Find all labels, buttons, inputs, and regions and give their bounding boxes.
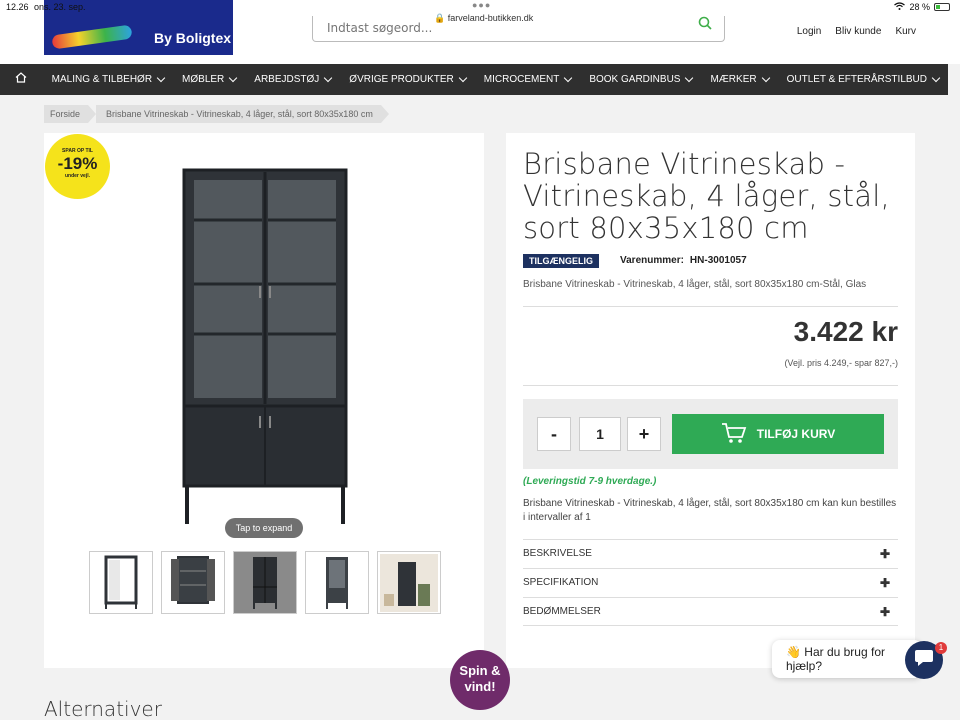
chevron-down-icon — [229, 73, 238, 83]
plus-icon: ✚ — [879, 576, 890, 590]
chat-prompt-bubble[interactable]: 👋 Har du brug for hjælp? — [772, 640, 922, 678]
thumbnail-2[interactable] — [161, 551, 225, 614]
quantity-increase-button[interactable]: + — [627, 417, 661, 451]
product-price: 3.422 kr — [793, 316, 898, 347]
home-icon[interactable] — [0, 72, 43, 87]
battery-icon — [934, 3, 950, 11]
availability-badge: TILGÆNGELIG — [523, 254, 599, 268]
search-icon[interactable] — [698, 16, 712, 34]
discount-value: -19% — [57, 154, 98, 173]
status-time: 12.26 — [6, 2, 29, 12]
chevron-down-icon — [931, 73, 941, 83]
logo-wave-graphic — [51, 24, 133, 50]
login-link[interactable]: Login — [797, 26, 821, 37]
url-text: farveland-butikken.dk — [447, 13, 534, 23]
thumbnail-3[interactable] — [233, 551, 297, 614]
account-links: Login Bliv kunde Kurv — [797, 26, 916, 37]
chevron-down-icon — [564, 73, 573, 83]
cart-icon — [721, 422, 747, 447]
thumbnail-strip — [89, 551, 441, 614]
accordion-reviews[interactable]: BEDØMMELSER ✚ — [523, 597, 898, 626]
nav-item-maling[interactable]: MALING & TILBEHØR — [43, 73, 173, 85]
status-date: ons. 23. sep. — [34, 2, 86, 12]
recommended-price: (Vejl. pris 4.249,- spar 827,-) — [784, 358, 898, 368]
tap-to-expand-button[interactable]: Tap to expand — [225, 518, 303, 538]
add-to-cart-label: TILFØJ KURV — [756, 427, 836, 441]
alternatives-heading: Alternativer — [44, 697, 162, 720]
chevron-down-icon — [761, 73, 770, 83]
battery-percent: 28 % — [909, 2, 930, 12]
status-right: 28 % — [894, 2, 950, 12]
thumbnail-5[interactable] — [377, 551, 441, 614]
product-subdescription: Brisbane Vitrineskab - Vitrineskab, 4 lå… — [523, 279, 867, 290]
product-title: Brisbane Vitrineskab - Vitrineskab, 4 lå… — [523, 147, 890, 245]
main-nav: MALING & TILBEHØR MØBLER ARBEJDSTØJ ØVRI… — [0, 64, 948, 95]
nav-item-arbejdstoj[interactable]: ARBEJDSTØJ — [245, 73, 340, 85]
chat-notification-count: 1 — [935, 642, 947, 654]
sku-value: HN-3001057 — [689, 255, 747, 266]
order-interval-note: Brisbane Vitrineskab - Vitrineskab, 4 lå… — [523, 498, 897, 523]
wifi-icon — [894, 2, 906, 12]
thumbnail-1[interactable] — [89, 551, 153, 614]
nav-item-outlet[interactable]: OUTLET & EFTERÅRSTILBUD — [778, 73, 948, 85]
chat-icon — [914, 649, 934, 671]
nav-item-maerker[interactable]: MÆRKER — [701, 73, 777, 85]
nav-item-gardinbus[interactable]: BOOK GARDINBUS — [580, 73, 701, 85]
thumbnail-4[interactable] — [305, 551, 369, 614]
lock-icon: 🔒 — [434, 13, 446, 23]
divider — [523, 385, 898, 386]
chevron-down-icon — [324, 73, 333, 83]
nav-item-mobler[interactable]: MØBLER — [173, 73, 245, 85]
breadcrumb: Forside Brisbane Vitrineskab - Vitrinesk… — [44, 105, 389, 123]
status-bar: 12.26 ons. 23. sep. ●●● 28 % — [0, 0, 960, 14]
product-main-image[interactable] — [180, 168, 350, 532]
breadcrumb-home[interactable]: Forside — [44, 105, 97, 123]
quantity-input[interactable]: 1 — [579, 417, 621, 451]
chevron-down-icon — [458, 73, 468, 83]
delivery-time: (Leveringstid 7-9 hverdage.) — [523, 476, 657, 487]
logo-text: By Boligtex — [154, 30, 232, 46]
nav-item-microcement[interactable]: MICROCEMENT — [475, 73, 581, 85]
discount-badge: SPAR OP TIL -19% under vejl. — [45, 134, 110, 199]
add-to-cart-button[interactable]: TILFØJ KURV — [672, 414, 884, 454]
divider — [523, 306, 898, 307]
chevron-down-icon — [685, 73, 694, 83]
breadcrumb-current: Brisbane Vitrineskab - Vitrineskab, 4 lå… — [96, 105, 389, 123]
accordion-description[interactable]: BESKRIVELSE ✚ — [523, 539, 898, 568]
sku-info: Varenummer: HN-3001057 — [620, 255, 747, 266]
plus-icon: ✚ — [879, 547, 890, 561]
plus-icon: ✚ — [879, 605, 890, 619]
cart-link[interactable]: Kurv — [895, 26, 916, 37]
url-bar[interactable]: 🔒 farveland-butikken.dk — [434, 13, 533, 24]
chevron-down-icon — [156, 73, 166, 83]
nav-item-ovrige[interactable]: ØVRIGE PRODUKTER — [340, 73, 474, 85]
register-link[interactable]: Bliv kunde — [835, 26, 881, 37]
quantity-decrease-button[interactable]: - — [537, 417, 571, 451]
sku-label: Varenummer: — [620, 255, 684, 266]
accordion-specification[interactable]: SPECIFIKATION ✚ — [523, 568, 898, 597]
spin-and-win-button[interactable]: Spin & vind! — [450, 650, 510, 710]
more-dots-icon[interactable]: ●●● — [472, 0, 491, 10]
